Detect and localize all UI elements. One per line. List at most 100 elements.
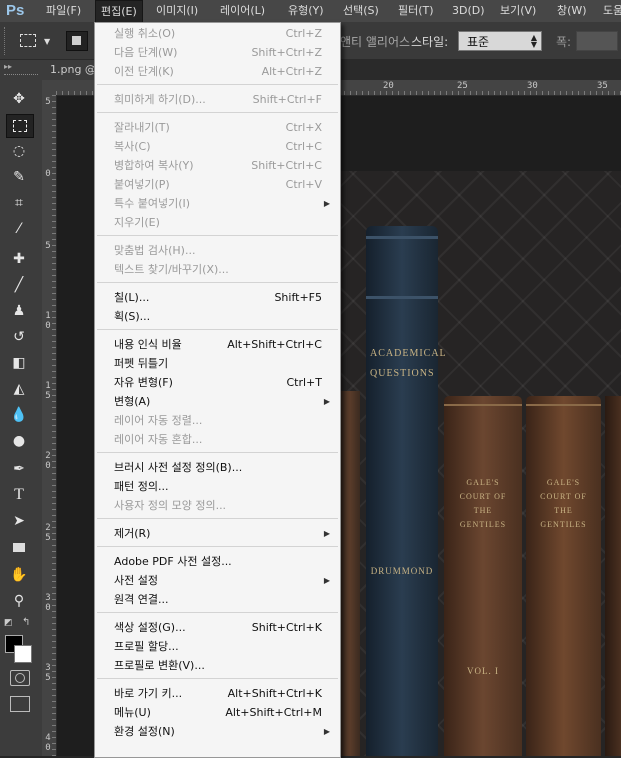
bookshelf-image: ACADEMICAL QUESTIONS DRUMMOND GALE'S COU… [340, 171, 621, 756]
book-spine-brown: GALE'S COURT OF THE GENTILES [526, 396, 601, 756]
menu-item-presets[interactable]: 사전 설정 ▶ [114, 571, 330, 590]
menu-3d[interactable]: 3D(D) [452, 0, 485, 22]
menu-help[interactable]: 도움 [603, 0, 621, 22]
quick-select-tool-icon[interactable]: ✎ [6, 166, 32, 188]
menu-item-copy[interactable]: 복사(C) Ctrl+C [114, 137, 328, 156]
menu-item-convert-profile[interactable]: 프로필로 변환(V)... [114, 656, 328, 675]
background-color-swatch[interactable] [14, 645, 32, 663]
crop-tool-icon[interactable]: ⌗ [6, 192, 32, 214]
lasso-tool-icon[interactable]: ◌ [6, 140, 32, 162]
menu-type[interactable]: 유형(Y) [288, 0, 324, 22]
menu-select[interactable]: 선택(S) [343, 0, 379, 22]
stamp-tool-icon[interactable]: ♟ [6, 300, 32, 322]
eyedropper-tool-icon[interactable]: ⁄ [6, 218, 32, 240]
move-tool-icon[interactable]: ✥ [6, 88, 32, 110]
submenu-arrow-icon: ▶ [323, 576, 330, 585]
menu-item-purge[interactable]: 제거(R) ▶ [114, 524, 330, 543]
healing-brush-tool-icon[interactable]: ✚ [6, 248, 32, 270]
style-select[interactable]: 표준 ▲ ▼ [458, 31, 542, 51]
screen-mode-icon[interactable] [10, 696, 30, 712]
options-grip [4, 27, 9, 55]
new-selection-icon [72, 36, 81, 45]
menu-item-menus[interactable]: 메뉴(U) Alt+Shift+Ctrl+M [114, 703, 328, 722]
menu-separator [97, 518, 338, 519]
ruler-left-label: 0 [45, 169, 51, 179]
menu-item-define-pattern[interactable]: 패턴 정의... [114, 477, 328, 496]
hand-tool-icon[interactable]: ✋ [6, 564, 32, 586]
width-input[interactable] [576, 31, 618, 51]
ruler-left: 5 0 5 1 0 1 5 2 0 2 5 3 0 3 5 4 0 [42, 95, 57, 756]
paint-bucket-tool-icon[interactable]: ◭ [6, 378, 32, 400]
ruler-top-label: 30 [527, 81, 538, 91]
ruler-origin[interactable] [42, 80, 56, 95]
menu-bar: Ps 파일(F) 편집(E) 이미지(I) 레이어(L) 유형(Y) 선택(S)… [0, 0, 621, 23]
menu-item-cut[interactable]: 잘라내기(T) Ctrl+X [114, 118, 328, 137]
menu-item-content-aware-scale[interactable]: 내용 인식 비율 Alt+Shift+Ctrl+C [114, 335, 328, 354]
menu-separator [97, 329, 338, 330]
menu-item-copy-merged[interactable]: 병합하여 복사(Y) Shift+Ctrl+C [114, 156, 328, 175]
menu-item-fade[interactable]: 희미하게 하기(D)... Shift+Ctrl+F [114, 90, 328, 109]
blur-tool-icon[interactable]: 💧 [6, 404, 32, 426]
menu-item-keyboard-shortcuts[interactable]: 바로 가기 키... Alt+Shift+Ctrl+K [114, 684, 328, 703]
menu-item-spell-check[interactable]: 맞춤법 검사(H)... [114, 241, 328, 260]
menu-item-remote-connections[interactable]: 원격 연결... [114, 590, 328, 609]
dodge-tool-icon[interactable]: ● [6, 430, 32, 452]
menu-filter[interactable]: 필터(T) [398, 0, 434, 22]
type-tool-icon[interactable]: T [6, 484, 32, 506]
swap-colors-icon[interactable]: ↰ [22, 617, 30, 628]
book-title: ACADEMICAL QUESTIONS [370, 348, 447, 379]
pen-tool-icon[interactable]: ✒ [6, 458, 32, 480]
book-spine [605, 396, 621, 756]
menu-item-define-brush[interactable]: 브러시 사전 설정 정의(B)... [114, 458, 328, 477]
eraser-tool-icon[interactable]: ◧ [6, 352, 32, 374]
menu-separator [97, 112, 338, 113]
style-label: 스타일: [411, 35, 449, 49]
ruler-top-label: 20 [383, 81, 394, 91]
menu-item-auto-align-layers[interactable]: 레이어 자동 정렬... [114, 411, 328, 430]
menu-item-transform[interactable]: 변형(A) ▶ [114, 392, 330, 411]
menu-item-assign-profile[interactable]: 프로필 할당... [114, 637, 328, 656]
shape-tool-icon[interactable] [6, 536, 32, 558]
menu-item-define-custom-shape[interactable]: 사용자 정의 모양 정의... [114, 496, 328, 515]
menu-item-find-replace[interactable]: 텍스트 찾기/바꾸기(X)... [114, 260, 328, 279]
marquee-preset-icon[interactable] [20, 34, 36, 47]
menu-item-paste-special[interactable]: 특수 붙여넣기(I) ▶ [114, 194, 330, 213]
menu-separator [97, 235, 338, 236]
menu-item-color-settings[interactable]: 색상 설정(G)... Shift+Ctrl+K [114, 618, 328, 637]
menu-item-preferences[interactable]: 환경 설정(N) ▶ [114, 722, 330, 741]
history-brush-tool-icon[interactable]: ↺ [6, 326, 32, 348]
menu-item-stroke[interactable]: 획(S)... [114, 307, 328, 326]
book-title: GALE'S COURT OF THE GENTILES [540, 478, 587, 529]
marquee-tool-icon[interactable] [6, 114, 34, 138]
menu-view[interactable]: 보기(V) [500, 0, 536, 22]
menu-item-undo[interactable]: 실행 취소(O) Ctrl+Z [114, 24, 328, 43]
menu-item-free-transform[interactable]: 자유 변형(F) Ctrl+T [114, 373, 328, 392]
zoom-tool-icon[interactable]: ⚲ [6, 590, 32, 612]
toolbox-collapse-icon[interactable]: ▸▸ [4, 62, 12, 71]
preset-dropdown-icon[interactable]: ▼ [44, 37, 50, 46]
menu-item-clear[interactable]: 지우기(E) [114, 213, 328, 232]
menu-item-paste[interactable]: 붙여넣기(P) Ctrl+V [114, 175, 328, 194]
default-colors-icon[interactable]: ◩ [4, 618, 14, 628]
menu-item-pdf-presets[interactable]: Adobe PDF 사전 설정... [114, 552, 328, 571]
book-spine-blue: ACADEMICAL QUESTIONS DRUMMOND [366, 226, 447, 756]
width-label: 폭: [556, 35, 572, 49]
menu-separator [97, 84, 338, 85]
menu-edit[interactable]: 편집(E) [95, 0, 143, 23]
menu-item-puppet-warp[interactable]: 퍼펫 뒤틀기 [114, 354, 328, 373]
menu-layer[interactable]: 레이어(L) [220, 0, 265, 22]
book-volume: VOL. I [467, 666, 499, 676]
new-selection-button[interactable] [66, 31, 88, 51]
brush-tool-icon[interactable]: ╱ [6, 274, 32, 296]
menu-file[interactable]: 파일(F) [46, 0, 81, 22]
menu-item-step-backward[interactable]: 이전 단계(K) Alt+Ctrl+Z [114, 62, 328, 81]
ruler-top-label: 25 [457, 81, 468, 91]
quick-mask-icon[interactable] [10, 670, 30, 686]
menu-item-fill[interactable]: 칠(L)... Shift+F5 [114, 288, 328, 307]
menu-item-auto-blend-layers[interactable]: 레이어 자동 혼합... [114, 430, 328, 449]
menu-image[interactable]: 이미지(I) [156, 0, 198, 22]
menu-item-step-forward[interactable]: 다음 단계(W) Shift+Ctrl+Z [114, 43, 328, 62]
submenu-arrow-icon: ▶ [323, 529, 330, 538]
path-select-tool-icon[interactable]: ➤ [6, 510, 32, 532]
menu-window[interactable]: 창(W) [557, 0, 587, 22]
